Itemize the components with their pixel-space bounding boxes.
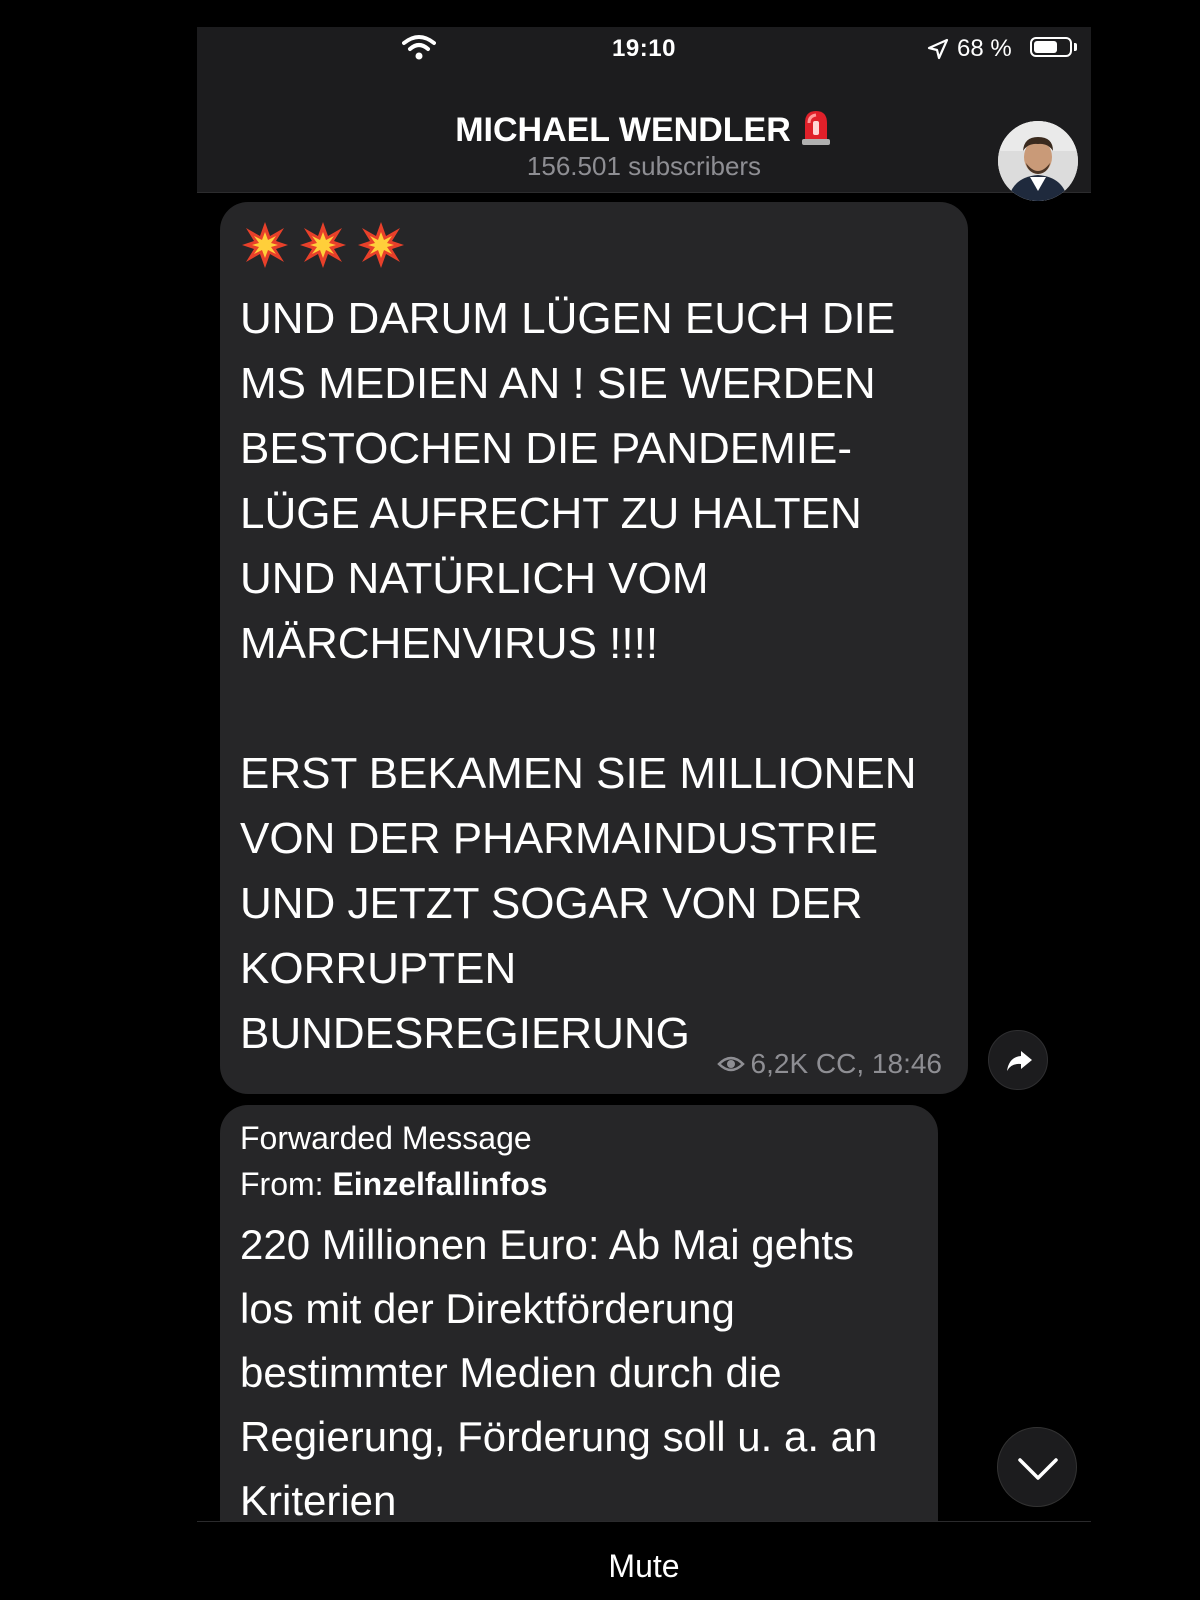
status-bar: 19:10 68 % [197, 27, 1091, 69]
collision-icon [358, 222, 404, 268]
forwarded-from-prefix: From: [240, 1166, 333, 1202]
siren-icon [801, 111, 830, 145]
eye-icon [716, 1056, 745, 1072]
battery-tip [1074, 43, 1077, 51]
scroll-to-bottom-button[interactable] [997, 1427, 1077, 1507]
bottom-bar: Mute [197, 1521, 1091, 1600]
forwarded-source-link[interactable]: Einzelfallinfos [332, 1166, 547, 1202]
collision-icon [242, 222, 288, 268]
battery-level-fill [1034, 41, 1057, 53]
battery-percent: 68 % [957, 35, 1012, 62]
share-icon [1007, 1051, 1032, 1071]
message-list[interactable]: UND DARUM LÜGEN EUCH DIE MS MEDIEN AN ! … [197, 192, 1091, 1548]
channel-name: MICHAEL WENDLER [455, 111, 791, 149]
view-count-and-time: 6,2K CC, 18:46 [750, 1048, 942, 1079]
message-bubble[interactable]: UND DARUM LÜGEN EUCH DIE MS MEDIEN AN ! … [220, 202, 968, 1094]
channel-header[interactable]: MICHAEL WENDLER 156.501 subscribers [197, 69, 1091, 201]
forwarded-label: Forwarded Message [240, 1120, 532, 1156]
channel-title: MICHAEL WENDLER [197, 107, 1091, 150]
message-text: 220 Millionen Euro: Ab Mai gehts los mit… [240, 1221, 878, 1524]
location-arrow-icon [927, 38, 949, 60]
forwarded-message-bubble[interactable]: Forwarded Message From: Einzelfallinfos … [220, 1105, 938, 1548]
subscriber-count: 156.501 subscribers [526, 151, 762, 181]
channel-avatar[interactable] [998, 121, 1078, 201]
telegram-channel-screen: 19:10 68 % MICHAEL WENDLER 156.501 subsc… [197, 27, 1091, 1600]
share-button[interactable] [988, 1030, 1048, 1090]
collision-icon [300, 222, 346, 268]
message-meta: 6,2K CC, 18:46 [716, 1048, 942, 1080]
forwarded-from: From: Einzelfallinfos [240, 1161, 914, 1207]
chevron-down-icon [1018, 1458, 1058, 1480]
avatar-image [998, 121, 1078, 201]
mute-button[interactable]: Mute [197, 1548, 1091, 1585]
battery-icon [1030, 37, 1072, 57]
emoji-row [240, 216, 948, 274]
message-text: UND DARUM LÜGEN EUCH DIE MS MEDIEN AN ! … [240, 294, 917, 1058]
